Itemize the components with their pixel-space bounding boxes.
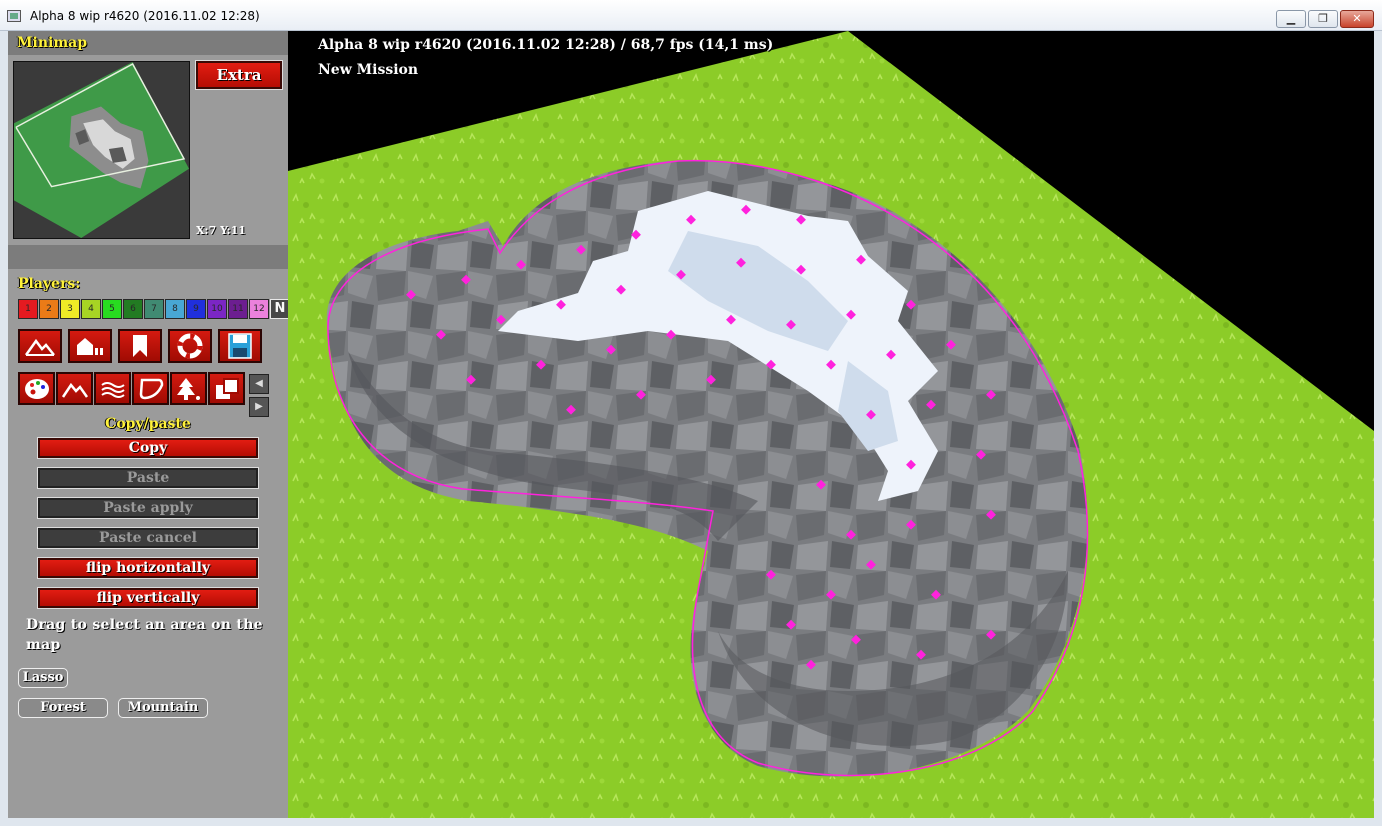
player-color-7[interactable]: 7	[144, 299, 164, 319]
paste-cancel-button[interactable]: Paste cancel	[37, 527, 259, 549]
water-icon	[100, 381, 125, 398]
houses-icon	[77, 338, 103, 355]
player-color-3[interactable]: 3	[60, 299, 80, 319]
minimap[interactable]	[13, 61, 190, 239]
panel-separator	[8, 245, 288, 269]
player-color-10[interactable]: 10	[207, 299, 227, 319]
window-titlebar[interactable]: Alpha 8 wip r4620 (2016.11.02 12:28) ▁ ❐…	[0, 0, 1382, 31]
minimap-title: Minimap	[17, 35, 87, 51]
copy-button[interactable]: Copy	[37, 437, 259, 459]
player-color-6[interactable]: 6	[123, 299, 143, 319]
window-frame-bottom	[0, 818, 1382, 826]
minimap-header: Minimap	[8, 31, 288, 55]
editor-side-panel: Minimap Extra X:7 Y:11 Players: 12345678…	[8, 31, 291, 818]
window-frame-right	[1374, 31, 1382, 818]
markers-tab-button[interactable]	[118, 329, 162, 363]
houses-tab-button[interactable]	[68, 329, 112, 363]
mission-name: New Mission	[318, 62, 419, 78]
player-color-1[interactable]: 1	[18, 299, 38, 319]
mission-tab-button[interactable]	[168, 329, 212, 363]
objects-tool-button[interactable]	[170, 372, 207, 405]
terrain-tab-button[interactable]	[18, 329, 62, 363]
shape-icon	[139, 378, 163, 399]
palette-icon	[24, 378, 49, 399]
terrain-scene	[288, 31, 1374, 818]
player-color-2[interactable]: 2	[39, 299, 59, 319]
flip-vertically-button[interactable]: flip vertically	[37, 587, 259, 609]
lasso-button[interactable]: Lasso	[18, 668, 68, 688]
close-button[interactable]: ✕	[1340, 10, 1374, 28]
scroll-left-arrow-icon[interactable]: ◀	[249, 374, 269, 394]
copy-paste-title: Copy/paste	[105, 416, 191, 432]
map-viewport[interactable]: Alpha 8 wip r4620 (2016.11.02 12:28) / 6…	[288, 31, 1374, 818]
player-color-5[interactable]: 5	[102, 299, 122, 319]
save-icon	[228, 333, 252, 359]
lifebuoy-icon	[177, 333, 203, 359]
player-selector: 1 2 3 4 5 6 7 8 9 10 11 12 N	[18, 299, 291, 321]
copy-icon	[215, 377, 239, 399]
player-color-4[interactable]: 4	[81, 299, 101, 319]
player-color-11[interactable]: 11	[228, 299, 248, 319]
tree-icon	[176, 377, 200, 400]
shape-tool-button[interactable]	[132, 372, 169, 405]
heights-icon	[61, 382, 88, 398]
paint-tool-button[interactable]	[18, 372, 55, 405]
window-frame-left	[0, 31, 8, 818]
player-color-9[interactable]: 9	[186, 299, 206, 319]
player-color-12[interactable]: 12	[249, 299, 269, 319]
save-tab-button[interactable]	[218, 329, 262, 363]
forest-button[interactable]: Forest	[18, 698, 108, 718]
minimize-button[interactable]: ▁	[1276, 10, 1306, 28]
heights-tool-button[interactable]	[56, 372, 93, 405]
terrain-icon	[24, 338, 55, 356]
maximize-button[interactable]: ❐	[1308, 10, 1338, 28]
cursor-coordinates: X:7 Y:11	[196, 224, 246, 237]
paste-button[interactable]: Paste	[37, 467, 259, 489]
extra-button[interactable]: Extra	[195, 60, 283, 90]
window-title: Alpha 8 wip r4620 (2016.11.02 12:28)	[30, 9, 260, 23]
player-color-none[interactable]: N	[270, 299, 290, 319]
scroll-right-arrow-icon[interactable]: ▶	[249, 397, 269, 417]
selection-hint: Drag to select an area on the map	[26, 617, 263, 653]
mountain-button[interactable]: Mountain	[118, 698, 208, 718]
fps-readout: Alpha 8 wip r4620 (2016.11.02 12:28) / 6…	[318, 37, 774, 53]
copy-paste-tool-button[interactable]	[208, 372, 245, 405]
players-label: Players:	[18, 276, 81, 292]
bookmark-icon	[133, 335, 147, 357]
water-tool-button[interactable]	[94, 372, 131, 405]
flip-horizontally-button[interactable]: flip horizontally	[37, 557, 259, 579]
minimap-image	[14, 62, 189, 238]
paste-apply-button[interactable]: Paste apply	[37, 497, 259, 519]
player-color-8[interactable]: 8	[165, 299, 185, 319]
app-icon	[7, 10, 21, 22]
